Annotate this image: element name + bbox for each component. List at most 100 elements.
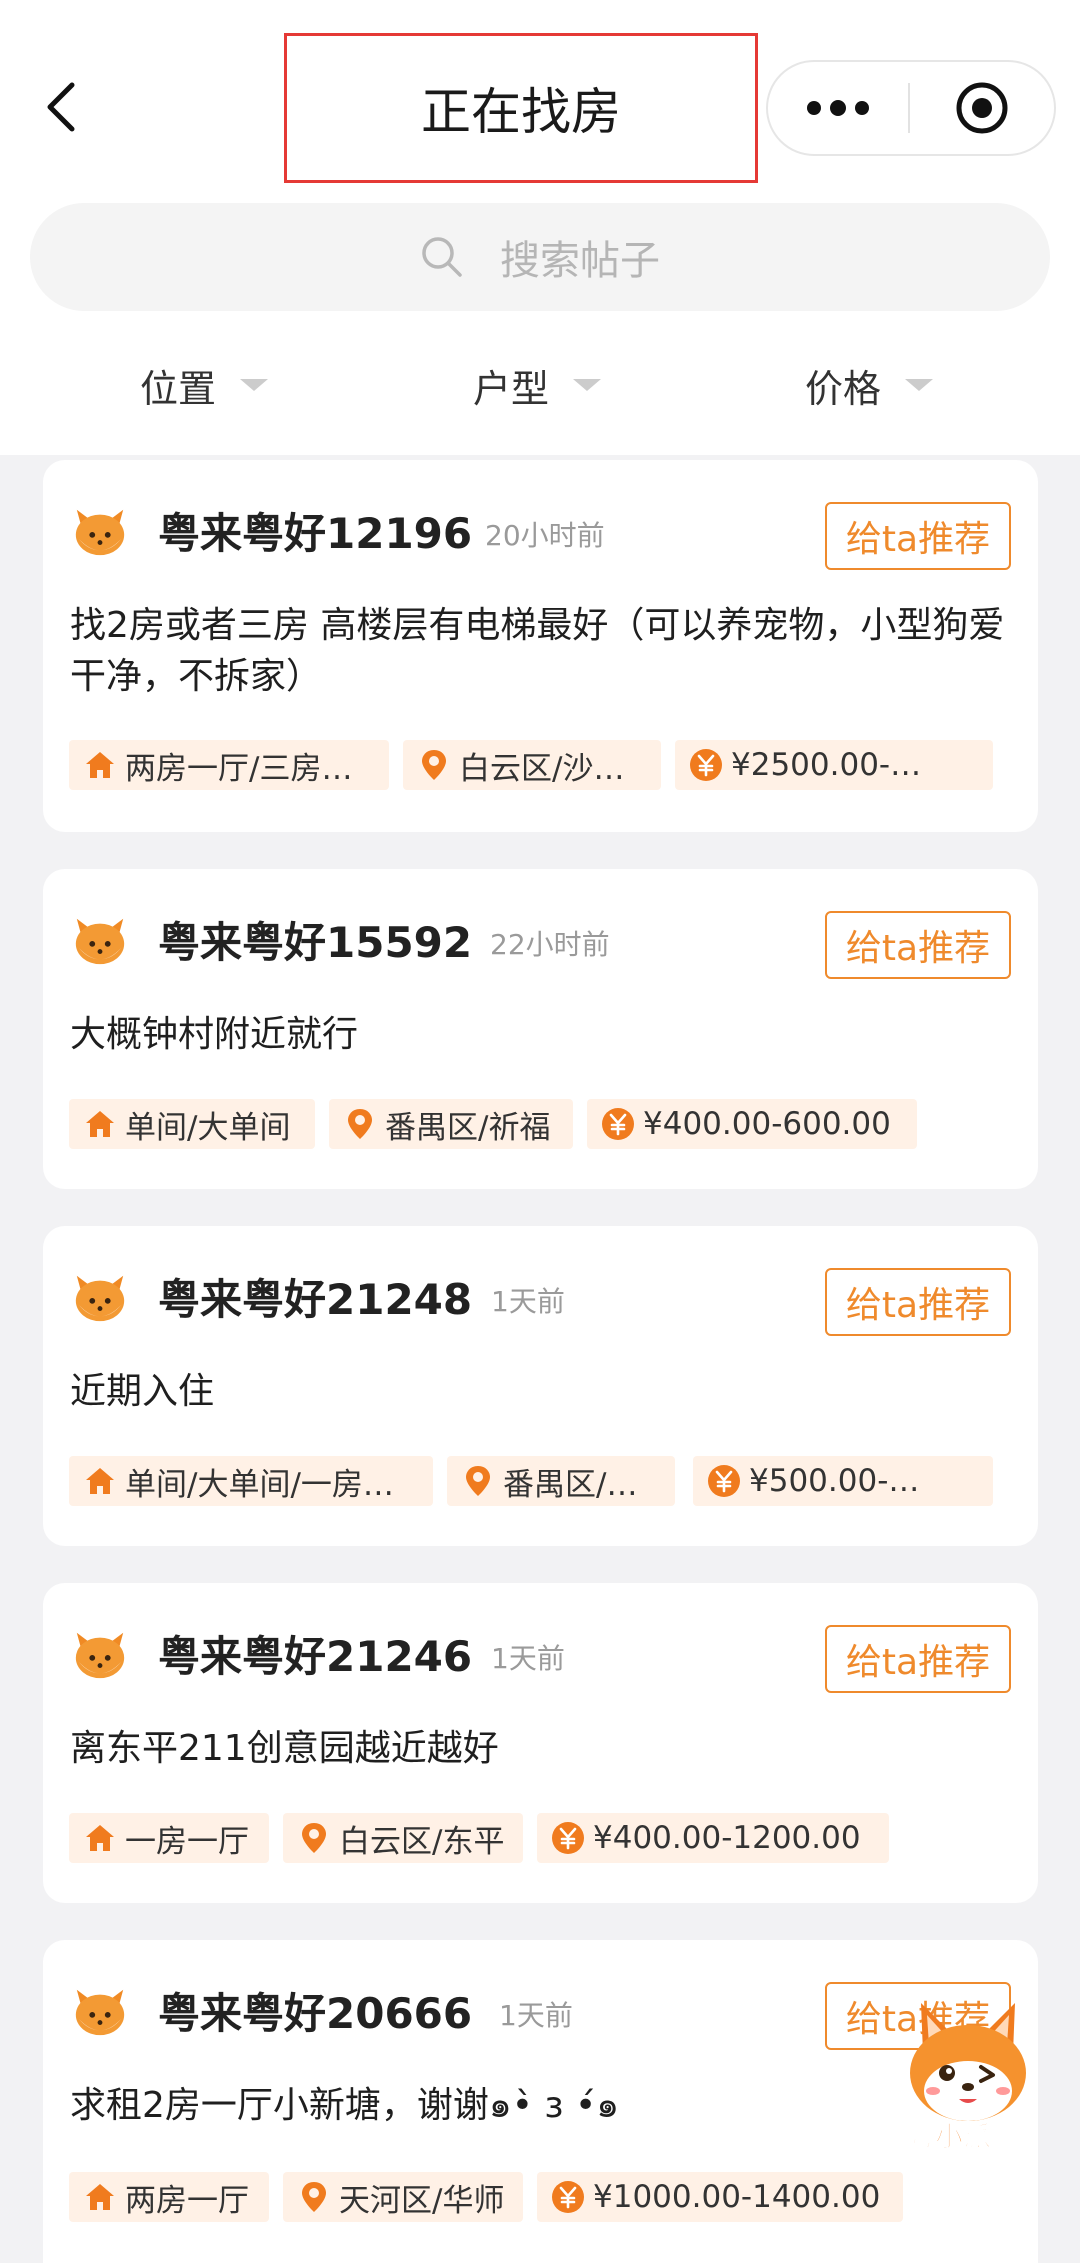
post-time: 1天前 <box>491 1285 565 1318</box>
price-text: ¥1000.00-1400.00 <box>593 2179 881 2215</box>
area-tag: 白云区/东平 <box>283 1813 523 1863</box>
username[interactable]: 粤来粤好21248 <box>158 1266 472 1327</box>
area-tag: 番禺区/… <box>447 1456 675 1506</box>
area-text: 白云区/东平 <box>339 1823 505 1860</box>
recommend-button[interactable]: 给ta推荐 <box>825 1625 1011 1693</box>
location-pin-icon <box>297 1821 331 1855</box>
recommend-button[interactable]: 给ta推荐 <box>825 911 1011 979</box>
price-tag: ¥400.00-1200.00 <box>537 1813 889 1863</box>
post-card[interactable]: 粤来粤好15592 22小时前 给ta推荐 大概钟村附近就行 单间/大单间 番禺… <box>43 869 1038 1189</box>
tag-row: 两房一厅/三房… 白云区/沙… ¥2500.00-… <box>69 740 1013 790</box>
fox-avatar-icon <box>75 1989 125 2036</box>
room-text: 一房一厅 <box>125 1823 249 1860</box>
mascot-floating-button[interactable]: 粤小派 <box>893 1995 1043 2165</box>
filter-layout[interactable]: 户型 <box>473 345 602 425</box>
area-text: 白云区/沙… <box>459 750 625 787</box>
fox-avatar-icon <box>75 1275 125 1322</box>
post-time: 20小时前 <box>485 519 605 552</box>
house-icon <box>83 1464 117 1498</box>
location-pin-icon <box>297 2180 331 2214</box>
post-time: 22小时前 <box>490 928 610 961</box>
tag-row: 单间/大单间 番禺区/祈福 ¥400.00-600.00 <box>69 1099 1013 1149</box>
filter-label: 位置 <box>140 366 217 411</box>
post-card[interactable]: 粤来粤好21248 1天前 给ta推荐 近期入住 单间/大单间/一房… 番禺区/… <box>43 1226 1038 1546</box>
yuan-coin-icon <box>551 1821 585 1855</box>
post-description: 大概钟村附近就行 <box>70 1014 359 1055</box>
filter-label: 价格 <box>805 366 882 411</box>
username[interactable]: 粤来粤好12196 <box>158 500 472 561</box>
room-text: 单间/大单间/一房… <box>125 1466 394 1503</box>
tag-row: 一房一厅 白云区/东平 ¥400.00-1200.00 <box>69 1813 1013 1863</box>
post-card[interactable]: 粤来粤好21246 1天前 给ta推荐 离东平211创意园越近越好 一房一厅 白… <box>43 1583 1038 1903</box>
yuan-coin-icon <box>707 1464 741 1498</box>
price-text: ¥400.00-1200.00 <box>593 1820 861 1856</box>
yuan-coin-icon <box>551 2180 585 2214</box>
post-description: 求租2房一厅小新塘，谢谢๑•̀ з •́๑ <box>70 2085 620 2126</box>
recommend-button[interactable]: 给ta推荐 <box>825 1268 1011 1336</box>
filter-label: 户型 <box>473 366 550 411</box>
room-tag: 两房一厅 <box>69 2172 269 2222</box>
room-tag: 单间/大单间/一房… <box>69 1456 433 1506</box>
area-text: 番禺区/… <box>503 1466 638 1503</box>
filter-location[interactable]: 位置 <box>140 345 269 425</box>
house-icon <box>83 2180 117 2214</box>
username[interactable]: 粤来粤好20666 <box>158 1980 472 2041</box>
area-tag: 天河区/华师 <box>283 2172 523 2222</box>
price-text: ¥2500.00-… <box>731 747 922 783</box>
price-text: ¥500.00-… <box>749 1463 920 1499</box>
mascot-label: 粤小派 <box>906 2120 992 2154</box>
top-bar: 正在找房 搜索帖子 位置 户型 价格 <box>0 0 1080 455</box>
caret-down-icon <box>240 379 269 391</box>
fox-mascot-icon <box>910 2003 1026 2121</box>
price-tag: ¥1000.00-1400.00 <box>537 2172 903 2222</box>
room-tag: 两房一厅/三房… <box>69 740 389 790</box>
post-time: 1天前 <box>499 1999 573 2032</box>
room-text: 两房一厅 <box>125 2182 249 2219</box>
price-tag: ¥400.00-600.00 <box>587 1099 917 1149</box>
location-pin-icon <box>461 1464 495 1498</box>
post-card[interactable]: 粤来粤好20666 1天前 给ta推荐 求租2房一厅小新塘，谢谢๑•̀ з •́… <box>43 1940 1038 2263</box>
price-text: ¥400.00-600.00 <box>643 1106 891 1142</box>
caret-down-icon <box>905 379 934 391</box>
area-text: 天河区/华师 <box>339 2182 505 2219</box>
price-tag: ¥500.00-… <box>693 1456 993 1506</box>
search-bar[interactable]: 搜索帖子 <box>30 203 1050 311</box>
filter-price[interactable]: 价格 <box>805 345 934 425</box>
close-miniprogram-button[interactable] <box>910 62 1054 154</box>
price-tag: ¥2500.00-… <box>675 740 993 790</box>
caret-down-icon <box>573 379 602 391</box>
area-text: 番禺区/祈福 <box>385 1109 551 1146</box>
page-title: 正在找房 <box>421 83 621 141</box>
room-text: 两房一厅/三房… <box>125 750 353 787</box>
username[interactable]: 粤来粤好21246 <box>158 1623 472 1684</box>
post-card[interactable]: 粤来粤好12196 20小时前 给ta推荐 找2房或者三房 高楼层有电梯最好（可… <box>43 460 1038 832</box>
room-tag: 单间/大单间 <box>69 1099 315 1149</box>
username[interactable]: 粤来粤好15592 <box>158 909 472 970</box>
room-text: 单间/大单间 <box>125 1109 291 1146</box>
more-menu-button[interactable] <box>768 62 908 154</box>
location-pin-icon <box>343 1107 377 1141</box>
tag-row: 单间/大单间/一房… 番禺区/… ¥500.00-… <box>69 1456 1013 1506</box>
target-circle-icon <box>956 82 1008 134</box>
area-tag: 番禺区/祈福 <box>329 1099 573 1149</box>
area-tag: 白云区/沙… <box>403 740 661 790</box>
filter-bar: 位置 户型 价格 <box>0 345 1080 425</box>
miniprogram-capsule <box>766 60 1056 156</box>
yuan-coin-icon <box>601 1107 635 1141</box>
house-icon <box>83 1821 117 1855</box>
tag-row: 两房一厅 天河区/华师 ¥1000.00-1400.00 <box>69 2172 1013 2222</box>
recommend-button[interactable]: 给ta推荐 <box>825 502 1011 570</box>
back-button[interactable] <box>36 72 86 142</box>
search-placeholder: 搜索帖子 <box>500 238 660 284</box>
search-icon <box>422 237 462 277</box>
fox-avatar-icon <box>75 1632 125 1679</box>
house-icon <box>83 748 117 782</box>
yuan-coin-icon <box>689 748 723 782</box>
post-description: 近期入住 <box>70 1371 215 1412</box>
fox-avatar-icon <box>75 509 125 556</box>
room-tag: 一房一厅 <box>69 1813 269 1863</box>
page-title-highlight: 正在找房 <box>284 33 758 183</box>
fox-avatar-icon <box>75 918 125 965</box>
post-time: 1天前 <box>491 1642 565 1675</box>
post-description: 离东平211创意园越近越好 <box>70 1728 499 1769</box>
